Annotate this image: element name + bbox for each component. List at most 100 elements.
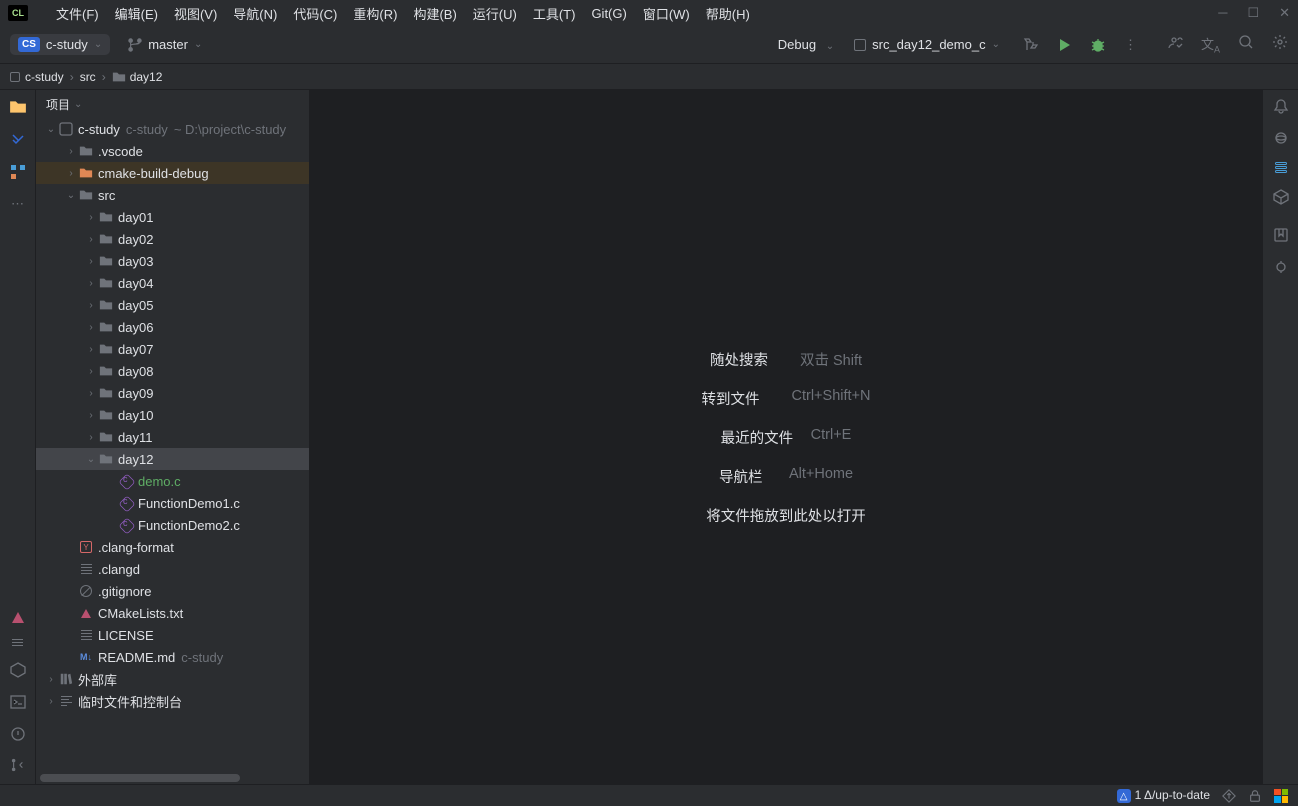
- bookmark-icon[interactable]: [1273, 227, 1289, 243]
- database-icon[interactable]: [1275, 162, 1287, 173]
- menu-window[interactable]: 窗口(W): [635, 4, 698, 23]
- tree-cmakelists[interactable]: CMakeLists.txt: [36, 602, 309, 624]
- project-name: c-study: [46, 37, 88, 52]
- c-file-icon: [118, 496, 134, 510]
- chevron-down-icon: ⌄: [194, 39, 202, 50]
- run-icon[interactable]: [1056, 37, 1072, 53]
- titlebar: CL 文件(F) 编辑(E) 视图(V) 导航(N) 代码(C) 重构(R) 构…: [0, 0, 1298, 26]
- tree-license[interactable]: LICENSE: [36, 624, 309, 646]
- breadcrumb-project[interactable]: c-study: [25, 70, 64, 84]
- breadcrumb-src[interactable]: src: [80, 70, 96, 84]
- folder-icon: [98, 386, 114, 400]
- settings-icon[interactable]: [1272, 34, 1288, 55]
- run-config-selector[interactable]: Debug ⌄: [768, 34, 844, 55]
- project-panel-header[interactable]: 项目 ⌄: [36, 90, 309, 118]
- tree-day01[interactable]: ›day01: [36, 206, 309, 228]
- status-sync[interactable]: △1 Δ/up-to-date: [1117, 788, 1210, 804]
- window-close[interactable]: ✕: [1279, 5, 1290, 21]
- more-icon[interactable]: ⋮: [1124, 37, 1137, 53]
- folder-icon: [98, 298, 114, 312]
- menu-git[interactable]: Git(G): [583, 6, 634, 21]
- tree-gitignore[interactable]: .gitignore: [36, 580, 309, 602]
- app-icon: CL: [8, 5, 28, 21]
- left-tool-stripe: ⋯: [0, 90, 36, 784]
- tree-day03[interactable]: ›day03: [36, 250, 309, 272]
- project-selector[interactable]: CS c-study ⌄: [10, 34, 110, 55]
- window-maximize[interactable]: ☐: [1247, 5, 1259, 21]
- todo-tool-icon[interactable]: [12, 639, 23, 646]
- folder-icon: [98, 452, 114, 466]
- status-windows-icon[interactable]: [1274, 789, 1288, 803]
- menu-file[interactable]: 文件(F): [48, 4, 107, 23]
- tree-day12[interactable]: ⌄ day12: [36, 448, 309, 470]
- menu-help[interactable]: 帮助(H): [698, 4, 758, 23]
- window-minimize[interactable]: ─: [1218, 5, 1227, 21]
- menu-refactor[interactable]: 重构(R): [345, 4, 405, 23]
- more-tool-icon[interactable]: ⋯: [11, 196, 24, 212]
- menu-tools[interactable]: 工具(T): [525, 4, 584, 23]
- project-panel: 项目 ⌄ ⌄ c-study c-study ~ D:\project\c-st…: [36, 90, 310, 784]
- text-file-icon: [78, 630, 94, 640]
- branch-selector[interactable]: master ⌄: [120, 34, 210, 55]
- horizontal-scrollbar[interactable]: [36, 774, 309, 784]
- project-tool-icon[interactable]: [9, 98, 27, 116]
- services-tool-icon[interactable]: [10, 662, 26, 678]
- coverage-icon[interactable]: [1273, 259, 1289, 275]
- branch-name: master: [148, 37, 188, 52]
- tree-clang-format[interactable]: Y .clang-format: [36, 536, 309, 558]
- tree-scratch[interactable]: › 临时文件和控制台: [36, 690, 309, 712]
- tree-demo-c[interactable]: demo.c: [36, 470, 309, 492]
- tree-day07[interactable]: ›day07: [36, 338, 309, 360]
- tree-src[interactable]: ⌄ src: [36, 184, 309, 206]
- notifications-icon[interactable]: [1273, 98, 1289, 114]
- build-icon[interactable]: [1022, 37, 1038, 53]
- menu-edit[interactable]: 编辑(E): [107, 4, 166, 23]
- status-git-icon[interactable]: [1222, 789, 1236, 803]
- folder-icon: [98, 276, 114, 290]
- commit-tool-icon[interactable]: [10, 132, 26, 148]
- gitignore-icon: [78, 585, 94, 597]
- package-icon[interactable]: [1273, 189, 1289, 205]
- code-with-me-icon[interactable]: [1167, 34, 1183, 55]
- tree-day09[interactable]: ›day09: [36, 382, 309, 404]
- status-lock-icon[interactable]: [1248, 789, 1262, 803]
- tree-root[interactable]: ⌄ c-study c-study ~ D:\project\c-study: [36, 118, 309, 140]
- menu-run[interactable]: 运行(U): [465, 4, 525, 23]
- tree-day06[interactable]: ›day06: [36, 316, 309, 338]
- tree-cmake-build-debug[interactable]: › cmake-build-debug: [36, 162, 309, 184]
- run-target-selector[interactable]: src_day12_demo_c ⌄: [844, 34, 1010, 55]
- tree-readme[interactable]: M↓ README.md c-study: [36, 646, 309, 668]
- translate-icon[interactable]: 文A: [1201, 34, 1220, 55]
- folder-icon: [98, 232, 114, 246]
- vcs-tool-icon[interactable]: [11, 758, 25, 772]
- ai-assistant-icon[interactable]: [1273, 130, 1289, 146]
- tree-day04[interactable]: ›day04: [36, 272, 309, 294]
- tree-functiondemo1[interactable]: FunctionDemo1.c: [36, 492, 309, 514]
- terminal-tool-icon[interactable]: [10, 694, 26, 710]
- menu-build[interactable]: 构建(B): [405, 4, 464, 23]
- tree-day05[interactable]: ›day05: [36, 294, 309, 316]
- tree-day02[interactable]: ›day02: [36, 228, 309, 250]
- search-icon[interactable]: [1238, 34, 1254, 55]
- structure-tool-icon[interactable]: [10, 164, 26, 180]
- menu-code[interactable]: 代码(C): [285, 4, 345, 23]
- welcome-nav-shortcut: Alt+Home: [789, 466, 853, 487]
- tree-functiondemo2[interactable]: FunctionDemo2.c: [36, 514, 309, 536]
- tree-day08[interactable]: ›day08: [36, 360, 309, 382]
- cmake-tool-icon[interactable]: [12, 612, 24, 623]
- menu-view[interactable]: 视图(V): [166, 4, 225, 23]
- tree-clangd[interactable]: .clangd: [36, 558, 309, 580]
- problems-tool-icon[interactable]: [10, 726, 26, 742]
- tree-day10[interactable]: ›day10: [36, 404, 309, 426]
- folder-icon: [98, 430, 114, 444]
- folder-icon: [112, 70, 126, 84]
- statusbar: △1 Δ/up-to-date: [0, 784, 1298, 806]
- folder-icon: [78, 188, 94, 202]
- tree-external-libs[interactable]: › 外部库: [36, 668, 309, 690]
- debug-icon[interactable]: [1090, 37, 1106, 53]
- tree-vscode[interactable]: › .vscode: [36, 140, 309, 162]
- menu-navigate[interactable]: 导航(N): [225, 4, 285, 23]
- tree-day11[interactable]: ›day11: [36, 426, 309, 448]
- cmake-file-icon: [78, 609, 94, 618]
- breadcrumb-day12[interactable]: day12: [130, 70, 163, 84]
